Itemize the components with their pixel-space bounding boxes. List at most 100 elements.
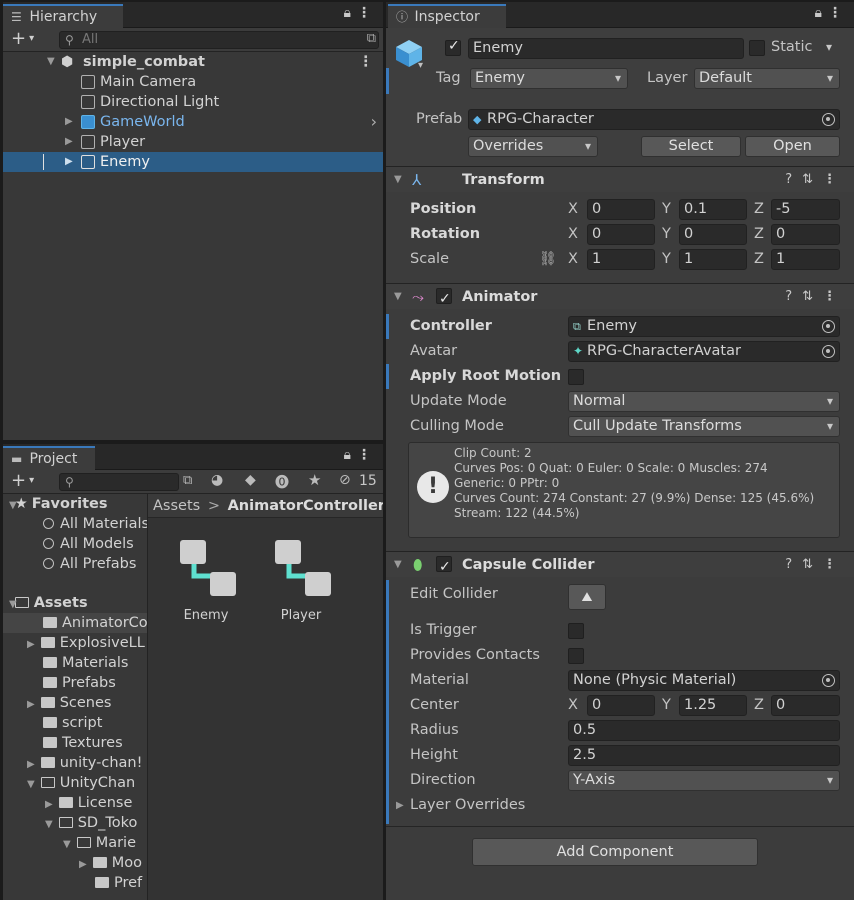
scene-search-icon[interactable]: ⧉ [367, 31, 376, 47]
tree-item[interactable]: ▼ UnityChan [27, 773, 135, 793]
expand-arrow-icon[interactable]: ▶ [65, 152, 73, 172]
position-z-input[interactable]: -5 [771, 199, 840, 220]
axis-z[interactable]: Z [754, 197, 764, 222]
expand-arrow-icon[interactable]: ▶ [65, 112, 73, 132]
menu-dots-icon[interactable]: ⋮ [828, 5, 848, 21]
favorite-item[interactable]: All Materials [43, 514, 147, 534]
animator-enabled-checkbox[interactable] [436, 286, 452, 312]
hierarchy-item-player[interactable]: ▶ Player [3, 132, 383, 152]
static-dropdown-arrow[interactable]: ▾ [826, 40, 832, 54]
hierarchy-item-gameworld[interactable]: ▶ GameWorld › [3, 112, 383, 132]
animator-header[interactable]: ▼ ⤳ Animator ?⇅⋮ [386, 283, 854, 312]
static-checkbox[interactable] [749, 40, 765, 56]
prefab-field[interactable]: ◆ RPG-Character [468, 109, 840, 130]
tab-hierarchy[interactable]: ☰ Hierarchy [3, 4, 123, 28]
filter-label-icon[interactable]: ◆ [245, 472, 256, 488]
provides-contacts-checkbox[interactable] [568, 648, 584, 664]
update-mode-dropdown[interactable]: Normal [568, 391, 840, 412]
transform-header[interactable]: ▼ ⅄ Transform ?⇅⋮ [386, 166, 854, 192]
favorites-header[interactable]: ▼★ Favorites [3, 494, 107, 514]
tab-project[interactable]: ▬ Project [3, 446, 95, 470]
tag-dropdown[interactable]: Enemy [470, 68, 628, 89]
axis-y[interactable]: Y [662, 222, 671, 247]
chevron-down-icon[interactable]: ▾ [418, 60, 423, 71]
hidden-eye-icon[interactable]: ⊘ [339, 472, 351, 488]
menu-dots-icon[interactable]: ⋮ [823, 557, 846, 572]
object-picker-icon[interactable] [822, 674, 835, 687]
axis-z[interactable]: Z [754, 247, 764, 272]
radius-input[interactable]: 0.5 [568, 720, 840, 741]
breadcrumb-root[interactable]: Assets [153, 498, 200, 514]
layer-dropdown[interactable]: Default [694, 68, 840, 89]
tree-item[interactable]: Pref [95, 873, 142, 893]
axis-x[interactable]: X [568, 247, 578, 272]
axis-x[interactable]: X [568, 222, 578, 247]
axis-y[interactable]: Y [662, 247, 671, 272]
expand-arrow-icon[interactable]: ▶ [65, 132, 73, 152]
help-icon[interactable]: ? [785, 289, 802, 304]
hierarchy-search-input[interactable]: ⚲ All ⧉ [59, 31, 379, 49]
axis-x[interactable]: X [568, 693, 578, 718]
axis-y[interactable]: Y [662, 693, 671, 718]
culling-mode-dropdown[interactable]: Cull Update Transforms [568, 416, 840, 437]
fold-arrow-icon[interactable]: ▼ [394, 167, 402, 193]
favorite-item[interactable]: All Models [43, 534, 134, 554]
assets-header[interactable]: ▼ Assets [3, 593, 88, 613]
warning-filter-icon[interactable]: ⓿ [275, 472, 289, 492]
height-input[interactable]: 2.5 [568, 745, 840, 766]
constrain-proportions-icon[interactable]: ⛓︎ [539, 247, 557, 272]
scale-y-input[interactable]: 1 [679, 249, 747, 270]
object-name-input[interactable]: Enemy [468, 38, 744, 59]
tree-item[interactable]: ▼ Marie [63, 833, 136, 853]
preset-icon[interactable]: ⇅ [802, 172, 823, 187]
expand-arrow-icon[interactable]: ▼ [45, 819, 53, 830]
active-checkbox[interactable] [445, 38, 461, 56]
lock-icon[interactable]: 🔒︎ [815, 5, 828, 21]
rotation-y-input[interactable]: 0 [679, 224, 747, 245]
chevron-right-icon[interactable]: › [371, 112, 377, 132]
object-picker-icon[interactable] [822, 320, 835, 333]
menu-dots-icon[interactable]: ⋮ [357, 447, 377, 463]
help-icon[interactable]: ? [785, 557, 802, 572]
expand-arrow-icon[interactable]: ▶ [27, 759, 35, 770]
expand-arrow-icon[interactable]: ▶ [27, 699, 35, 710]
asset-item-enemy[interactable]: Enemy [170, 538, 242, 628]
root-motion-checkbox[interactable] [568, 369, 584, 385]
lock-icon[interactable]: 🔒︎ [344, 5, 357, 21]
material-field[interactable]: None (Physic Material) [568, 670, 840, 691]
tree-item[interactable]: ▶ License [45, 793, 132, 813]
menu-dots-icon[interactable]: ⋮ [823, 172, 846, 187]
controller-field[interactable]: ⧉ Enemy [568, 316, 840, 337]
tree-item[interactable]: ▼ SD_Toko [45, 813, 137, 833]
add-create-button[interactable]: + ▾ [11, 28, 34, 50]
select-button[interactable]: Select [641, 136, 741, 157]
avatar-field[interactable]: ✦ RPG-CharacterAvatar [568, 341, 840, 362]
tree-item[interactable]: Textures [43, 733, 123, 753]
rotation-x-input[interactable]: 0 [587, 224, 655, 245]
tree-item[interactable]: ▶ unity-chan! [27, 753, 142, 773]
menu-dots-icon[interactable]: ⋮ [357, 5, 377, 21]
scene-row[interactable]: ▼ ⬢ simple_combat ⋮ [3, 52, 383, 72]
center-y-input[interactable]: 1.25 [679, 695, 747, 716]
fold-arrow-icon[interactable]: ▼ [394, 284, 402, 310]
overrides-dropdown[interactable]: Overrides [468, 136, 598, 157]
edit-collider-button[interactable]: ⛰︎ [568, 584, 606, 610]
project-search-input[interactable]: ⚲ [59, 473, 179, 491]
preset-icon[interactable]: ⇅ [802, 289, 823, 304]
center-z-input[interactable]: 0 [771, 695, 840, 716]
tree-item[interactable]: script [43, 713, 102, 733]
collider-enabled-checkbox[interactable] [436, 554, 452, 580]
tree-item[interactable]: ▶ ExplosiveLL [27, 633, 145, 653]
expand-arrow-icon[interactable]: ▶ [79, 859, 87, 870]
position-x-input[interactable]: 0 [587, 199, 655, 220]
search-scope-icon[interactable]: ⧉ [183, 473, 192, 488]
scene-menu-icon[interactable]: ⋮ [359, 52, 374, 72]
open-button[interactable]: Open [745, 136, 840, 157]
capsule-collider-header[interactable]: ▼ ⬮ Capsule Collider ?⇅⋮ [386, 551, 854, 580]
axis-x[interactable]: X [568, 197, 578, 222]
expand-arrow-icon[interactable]: ▼ [47, 52, 55, 72]
hierarchy-item-directional-light[interactable]: Directional Light [3, 92, 383, 112]
add-asset-button[interactable]: + ▾ [11, 470, 34, 492]
axis-z[interactable]: Z [754, 222, 764, 247]
breadcrumb-current[interactable]: AnimatorController [228, 498, 383, 514]
